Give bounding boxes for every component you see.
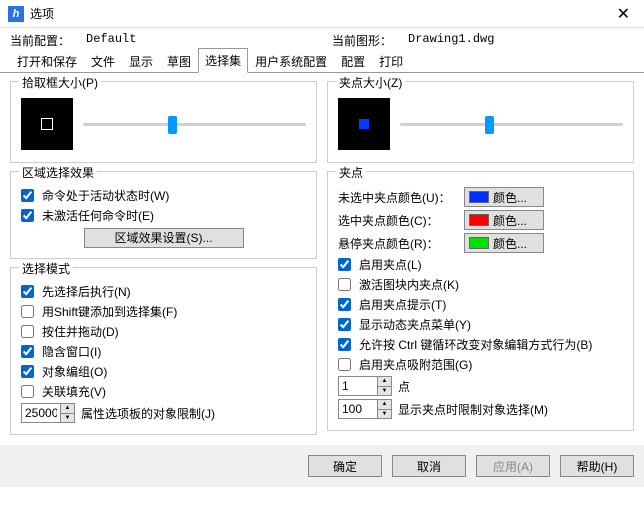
help-button[interactable]: 帮助(H) [560, 455, 634, 477]
current-drawing-label: 当前图形： [332, 32, 392, 49]
ok-button[interactable]: 确定 [308, 455, 382, 477]
group-pickbox-size: 拾取框大小(P) [10, 81, 317, 163]
close-icon[interactable]: ✕ [611, 4, 636, 24]
window-title: 选项 [30, 5, 54, 22]
tab-selection[interactable]: 选择集 [198, 48, 248, 73]
tab-plot[interactable]: 打印 [372, 49, 410, 73]
grip-point-input[interactable]: ▲ ▼ [338, 376, 392, 396]
selection-mode-check[interactable]: 关联填充(V) [21, 383, 306, 400]
group-region-effect: 区域选择效果 命令处于活动状态时(W) 未激活任何命令时(E) 区域效果设置(S… [10, 171, 317, 259]
grips-legend: 夹点 [336, 164, 366, 181]
tab-file[interactable]: 文件 [84, 49, 122, 73]
spin-up-icon[interactable]: ▲ [378, 377, 391, 387]
grip-display-limit-label: 显示夹点时限制对象选择(M) [398, 401, 548, 418]
app-icon: h [8, 6, 24, 22]
grip-option-check[interactable]: 启用夹点吸附范围(G) [338, 356, 623, 373]
selection-mode-check[interactable]: 按住并拖动(D) [21, 323, 306, 340]
grip-option-check[interactable]: 显示动态夹点菜单(Y) [338, 316, 623, 333]
spin-down-icon[interactable]: ▼ [378, 410, 391, 419]
selection-modes-legend: 选择模式 [19, 260, 73, 277]
color-swatch-icon [469, 237, 489, 249]
grip-color-button[interactable]: 颜色... [464, 233, 544, 253]
grip-color-button[interactable]: 颜色... [464, 187, 544, 207]
grip-point-label: 点 [398, 378, 410, 395]
selection-limit-label: 属性选项板的对象限制(J) [81, 405, 215, 422]
grip-display-limit-input[interactable]: ▲ ▼ [338, 399, 392, 419]
pickbox-size-legend: 拾取框大小(P) [19, 74, 101, 91]
cancel-button[interactable]: 取消 [392, 455, 466, 477]
grip-color-label: 选中夹点颜色(C)： [338, 212, 458, 229]
grip-color-label: 悬停夹点颜色(R)： [338, 235, 458, 252]
spin-up-icon[interactable]: ▲ [378, 400, 391, 410]
grip-color-button[interactable]: 颜色... [464, 210, 544, 230]
grip-preview [338, 98, 390, 150]
tab-profile[interactable]: 配置 [334, 49, 372, 73]
spin-down-icon[interactable]: ▼ [378, 387, 391, 396]
selection-mode-check[interactable]: 对象编组(O) [21, 363, 306, 380]
selection-limit-input[interactable]: ▲ ▼ [21, 403, 75, 423]
selection-mode-check[interactable]: 先选择后执行(N) [21, 283, 306, 300]
grip-option-check[interactable]: 允许按 Ctrl 键循环改变对象编辑方式行为(B) [338, 336, 623, 353]
selection-mode-check[interactable]: 用Shift键添加到选择集(F) [21, 303, 306, 320]
grip-option-check[interactable]: 启用夹点(L) [338, 256, 623, 273]
spin-up-icon[interactable]: ▲ [61, 404, 74, 414]
spin-down-icon[interactable]: ▼ [61, 414, 74, 423]
tab-open-save[interactable]: 打开和保存 [10, 49, 84, 73]
grip-color-label: 未选中夹点颜色(U)： [338, 189, 458, 206]
selection-mode-check[interactable]: 隐含窗口(I) [21, 343, 306, 360]
current-config-value: Default [86, 32, 136, 49]
pickbox-size-slider[interactable] [83, 114, 306, 134]
grip-size-slider[interactable] [400, 114, 623, 134]
tab-user[interactable]: 用户系统配置 [248, 49, 334, 73]
grip-option-check[interactable]: 激活图块内夹点(K) [338, 276, 623, 293]
tab-drafting[interactable]: 草图 [160, 49, 198, 73]
grip-square-icon [359, 119, 369, 129]
apply-button[interactable]: 应用(A) [476, 455, 550, 477]
group-selection-modes: 选择模式 先选择后执行(N)用Shift键添加到选择集(F)按住并拖动(D)隐含… [10, 267, 317, 435]
color-swatch-icon [469, 191, 489, 203]
group-grip-size: 夹点大小(Z) [327, 81, 634, 163]
grip-option-check[interactable]: 启用夹点提示(T) [338, 296, 623, 313]
region-effect-legend: 区域选择效果 [19, 164, 97, 181]
pickbox-preview [21, 98, 73, 150]
group-grips: 夹点 未选中夹点颜色(U)：颜色...选中夹点颜色(C)：颜色...悬停夹点颜色… [327, 171, 634, 431]
check-no-cmd[interactable]: 未激活任何命令时(E) [21, 207, 306, 224]
tab-display[interactable]: 显示 [122, 49, 160, 73]
grip-size-legend: 夹点大小(Z) [336, 74, 405, 91]
color-swatch-icon [469, 214, 489, 226]
region-settings-button[interactable]: 区域效果设置(S)... [84, 228, 244, 248]
current-config-label: 当前配置： [10, 32, 70, 49]
pickbox-square-icon [41, 118, 53, 130]
current-drawing-value: Drawing1.dwg [408, 32, 494, 49]
check-active-cmd[interactable]: 命令处于活动状态时(W) [21, 187, 306, 204]
